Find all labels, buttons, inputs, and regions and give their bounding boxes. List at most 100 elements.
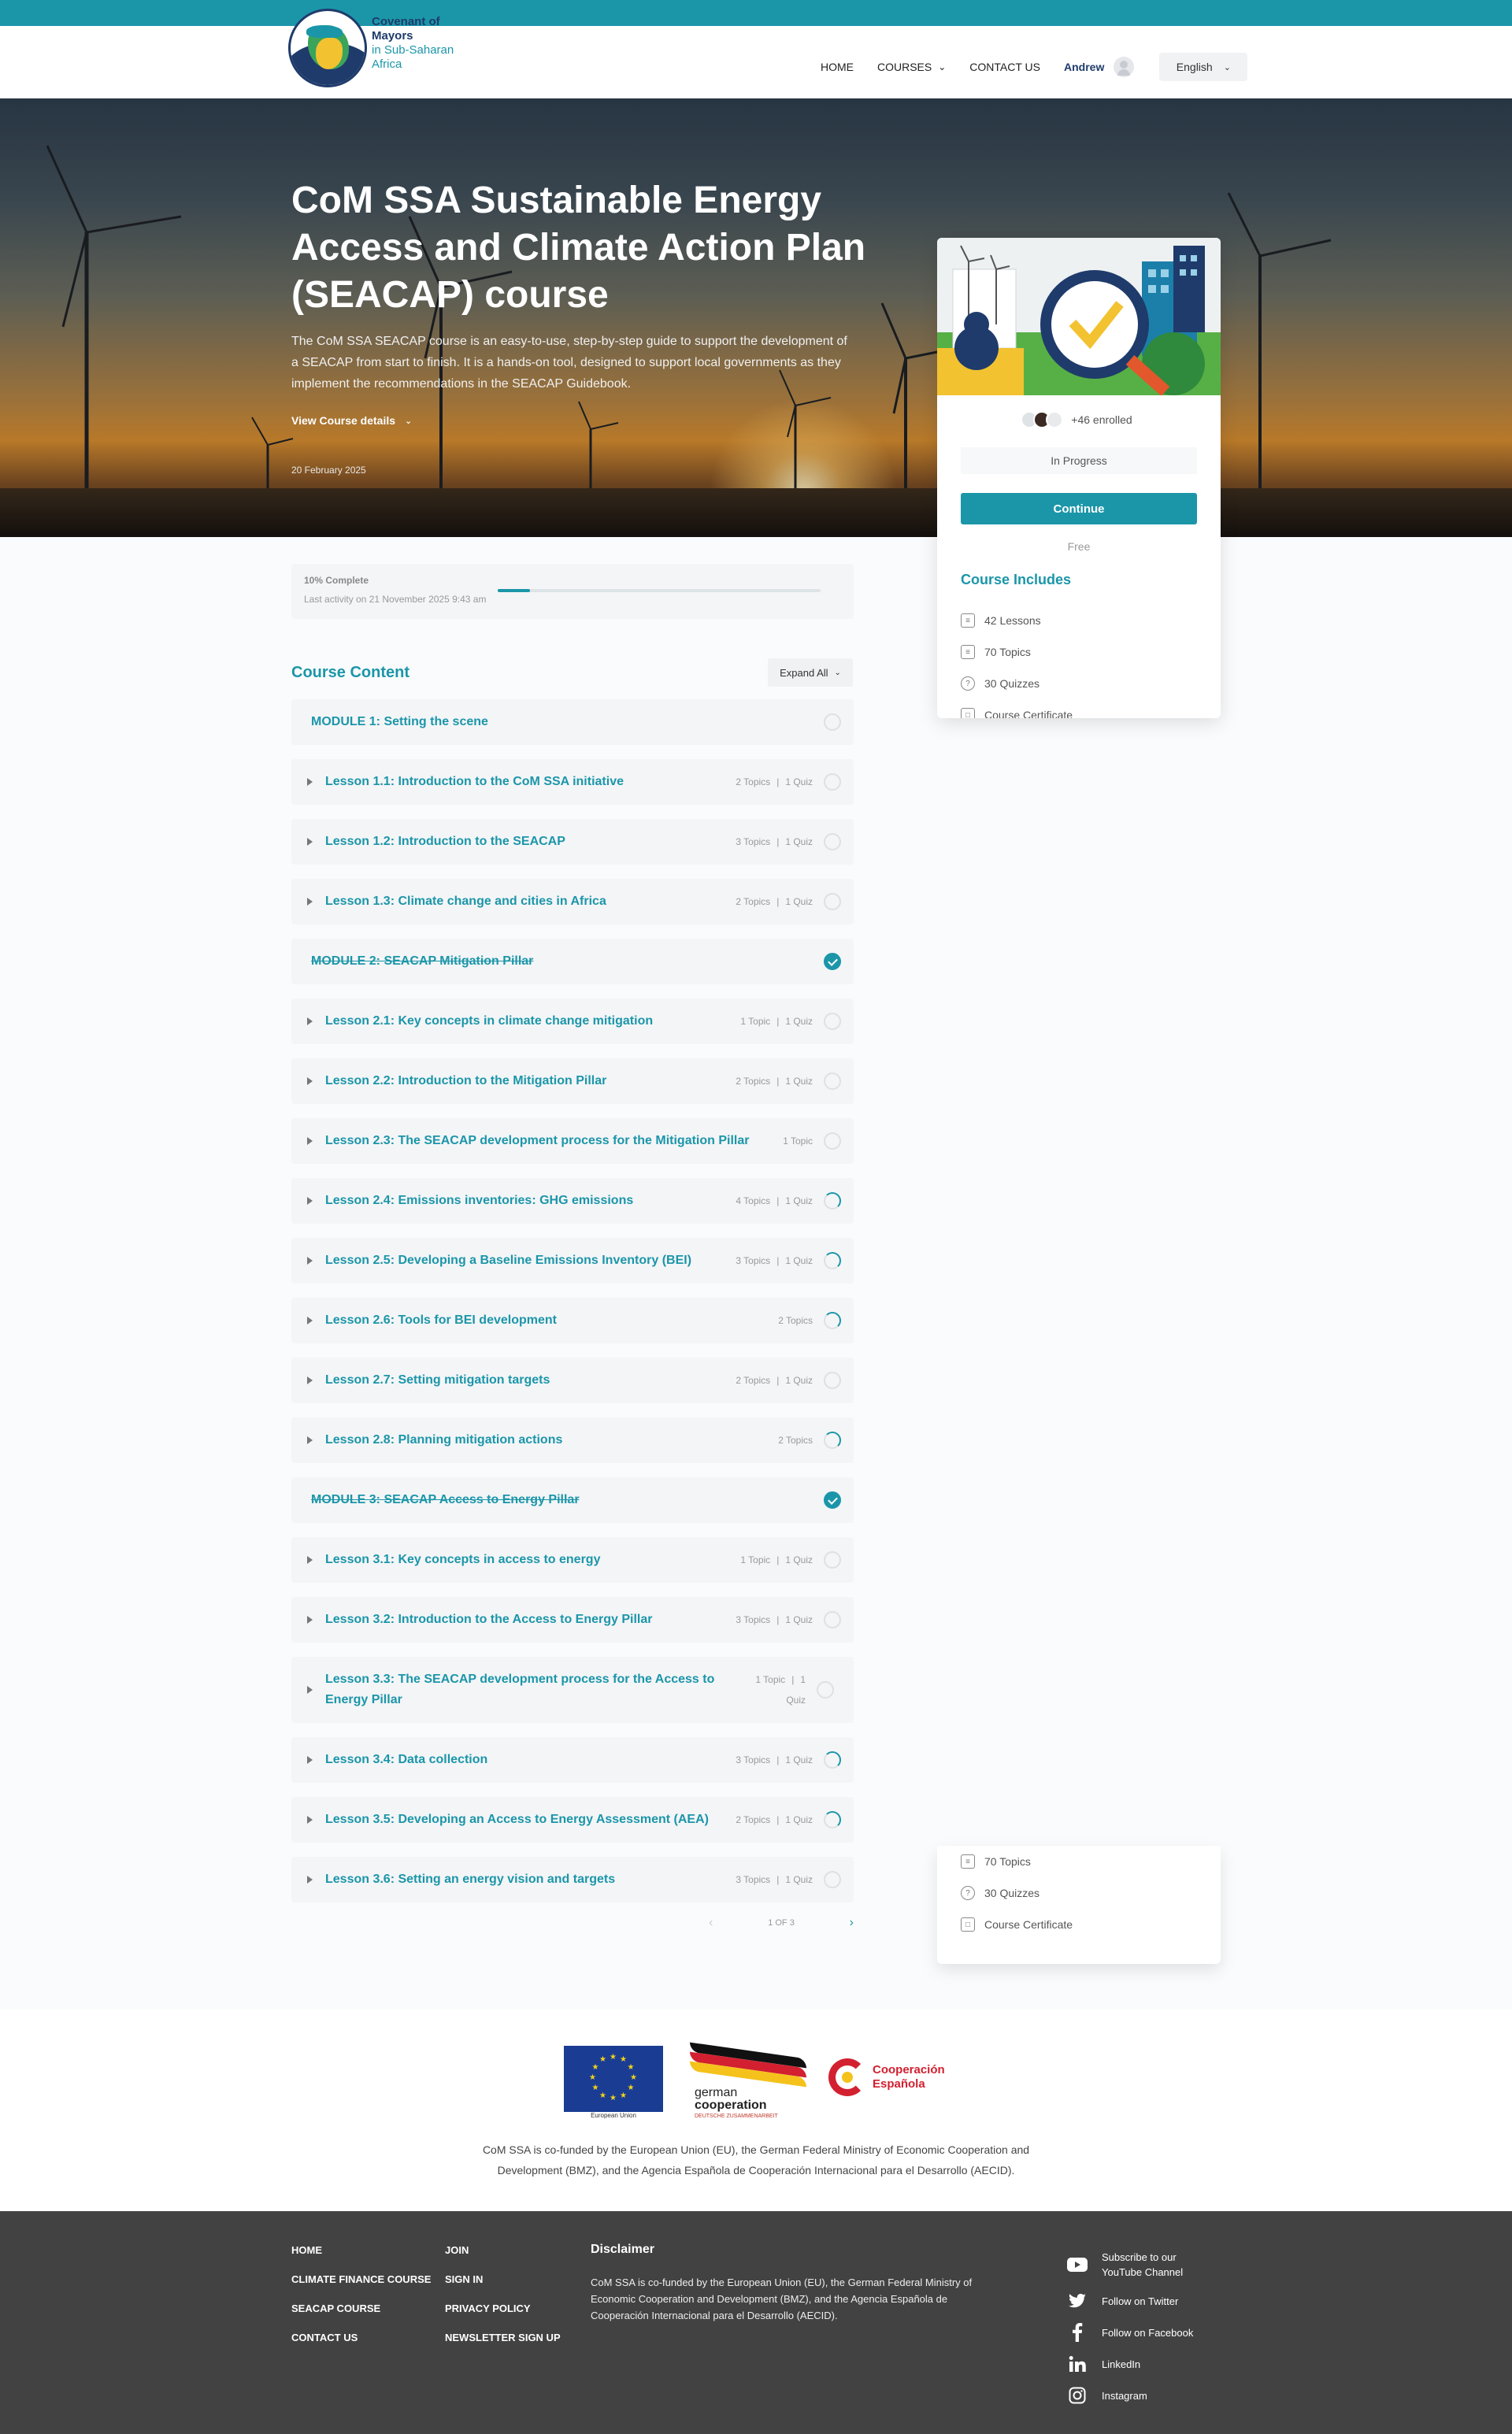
next-page-icon[interactable]: › bbox=[850, 1916, 854, 1930]
expand-triangle-icon[interactable] bbox=[307, 898, 313, 906]
include-label: 70 Topics bbox=[984, 646, 1031, 658]
lesson-row[interactable]: Lesson 2.5: Developing a Baseline Emissi… bbox=[291, 1238, 854, 1284]
lesson-row[interactable]: Lesson 1.3: Climate change and cities in… bbox=[291, 879, 854, 924]
lesson-row[interactable]: Lesson 3.6: Setting an energy vision and… bbox=[291, 1857, 854, 1902]
lesson-row[interactable]: Lesson 2.6: Tools for BEI development 2 T… bbox=[291, 1298, 854, 1343]
course-illustration bbox=[937, 238, 1221, 395]
lesson-row[interactable]: Lesson 3.5: Developing an Access to Ener… bbox=[291, 1797, 854, 1843]
footer-links-col2: JOIN SIGN IN PRIVACY POLICY NEWSLETTER S… bbox=[445, 2244, 561, 2361]
lesson-title[interactable]: Lesson 3.1: Key concepts in access to en… bbox=[325, 1550, 740, 1570]
lesson-meta: 2 Topics bbox=[778, 1315, 813, 1326]
expand-triangle-icon[interactable] bbox=[307, 1137, 313, 1145]
lesson-title[interactable]: Lesson 2.2: Introduction to the Mitigati… bbox=[325, 1071, 736, 1091]
in-progress-icon bbox=[824, 1252, 841, 1269]
module-title[interactable]: MODULE 1: Setting the scene bbox=[311, 712, 824, 732]
social-facebook-link[interactable]: Follow on Facebook bbox=[1067, 2317, 1196, 2348]
expand-triangle-icon[interactable] bbox=[307, 778, 313, 786]
footer-link[interactable]: PRIVACY POLICY bbox=[445, 2302, 561, 2332]
lesson-title[interactable]: Lesson 2.7: Setting mitigation targets bbox=[325, 1370, 736, 1391]
course-includes-heading: Course Includes bbox=[961, 572, 1072, 587]
site-logo[interactable]: Covenant of Mayors in Sub-Saharan Africa bbox=[288, 6, 477, 89]
expand-triangle-icon[interactable] bbox=[307, 1317, 313, 1324]
view-course-details-toggle[interactable]: View Course details ⌄ bbox=[291, 414, 412, 427]
footer-link[interactable]: SIGN IN bbox=[445, 2273, 561, 2302]
footer-link[interactable]: CONTACT US bbox=[291, 2332, 431, 2361]
module-title[interactable]: MODULE 3: SEACAP Access to Energy Pillar bbox=[311, 1490, 824, 1510]
lesson-title[interactable]: Lesson 2.6: Tools for BEI development bbox=[325, 1310, 778, 1331]
lesson-row[interactable]: Lesson 2.3: The SEACAP development proce… bbox=[291, 1118, 854, 1164]
lesson-row[interactable]: Lesson 2.1: Key concepts in climate chan… bbox=[291, 998, 854, 1044]
lesson-row[interactable]: Lesson 2.8: Planning mitigation actions 2… bbox=[291, 1417, 854, 1463]
lesson-row[interactable]: Lesson 2.2: Introduction to the Mitigati… bbox=[291, 1058, 854, 1104]
expand-triangle-icon[interactable] bbox=[307, 1436, 313, 1444]
expand-triangle-icon[interactable] bbox=[307, 1816, 313, 1824]
lesson-title[interactable]: Lesson 3.5: Developing an Access to Ener… bbox=[325, 1810, 736, 1830]
lesson-title[interactable]: Lesson 1.2: Introduction to the SEACAP bbox=[325, 832, 736, 852]
lesson-title[interactable]: Lesson 3.3: The SEACAP development proce… bbox=[325, 1669, 750, 1710]
lesson-row[interactable]: Lesson 3.4: Data collection 3 Topics | 1 Qu… bbox=[291, 1737, 854, 1783]
lesson-row[interactable]: Lesson 2.4: Emissions inventories: GHG e… bbox=[291, 1178, 854, 1224]
expand-triangle-icon[interactable] bbox=[307, 1197, 313, 1205]
lesson-title[interactable]: Lesson 2.3: The SEACAP development proce… bbox=[325, 1131, 783, 1151]
lesson-row[interactable]: Lesson 2.7: Setting mitigation targets 2 … bbox=[291, 1358, 854, 1403]
footer-link[interactable]: HOME bbox=[291, 2244, 431, 2273]
continue-button[interactable]: Continue bbox=[961, 493, 1197, 524]
social-instagram-link[interactable]: Instagram bbox=[1067, 2380, 1196, 2411]
module-row[interactable]: MODULE 1: Setting the scene bbox=[291, 699, 854, 745]
expand-triangle-icon[interactable] bbox=[307, 1257, 313, 1265]
topics-count: 1 Topic bbox=[740, 1554, 771, 1565]
nav-contact[interactable]: CONTACT US bbox=[969, 61, 1040, 73]
lesson-title[interactable]: Lesson 1.3: Climate change and cities in… bbox=[325, 891, 736, 912]
expand-triangle-icon[interactable] bbox=[307, 1756, 313, 1764]
lesson-row[interactable]: Lesson 3.3: The SEACAP development proce… bbox=[291, 1657, 854, 1723]
lesson-title[interactable]: Lesson 2.4: Emissions inventories: GHG e… bbox=[325, 1191, 736, 1211]
lesson-title[interactable]: Lesson 3.2: Introduction to the Access t… bbox=[325, 1610, 736, 1630]
social-twitter-link[interactable]: Follow on Twitter bbox=[1067, 2285, 1196, 2317]
eu-star-icon: ★ bbox=[610, 2053, 617, 2062]
expand-all-button[interactable]: Expand All ⌄ bbox=[768, 658, 853, 687]
footer-link[interactable]: SEACAP COURSE bbox=[291, 2302, 431, 2332]
course-progress-box: 10% Complete Last activity on 21 Novembe… bbox=[291, 564, 854, 619]
social-youtube-link[interactable]: Subscribe to our YouTube Channel bbox=[1067, 2244, 1196, 2285]
lesson-meta: 3 Topics | 1 Quiz bbox=[736, 1874, 813, 1885]
lesson-title[interactable]: Lesson 2.8: Planning mitigation actions bbox=[325, 1430, 778, 1450]
social-linkedin-link[interactable]: LinkedIn bbox=[1067, 2348, 1196, 2380]
lesson-row[interactable]: Lesson 1.1: Introduction to the CoM SSA … bbox=[291, 759, 854, 805]
module-row[interactable]: MODULE 3: SEACAP Access to Energy Pillar bbox=[291, 1477, 854, 1523]
lesson-title[interactable]: Lesson 2.5: Developing a Baseline Emissi… bbox=[325, 1250, 736, 1271]
prev-page-icon[interactable]: ‹ bbox=[709, 1916, 713, 1930]
lesson-title[interactable]: Lesson 3.6: Setting an energy vision and… bbox=[325, 1869, 736, 1890]
user-avatar-icon[interactable] bbox=[1114, 57, 1135, 77]
footer-link[interactable]: JOIN bbox=[445, 2244, 561, 2273]
lesson-title[interactable]: Lesson 1.1: Introduction to the CoM SSA … bbox=[325, 772, 736, 792]
nav-courses[interactable]: COURSES ⌄ bbox=[877, 61, 946, 73]
lesson-title[interactable]: Lesson 3.4: Data collection bbox=[325, 1750, 736, 1770]
course-includes-list-repeat: ≡ 70 Topics ? 30 Quizzes □ Course Certifica… bbox=[961, 1846, 1073, 1940]
lesson-meta: 1 Topic | 1 Quiz bbox=[740, 1016, 813, 1027]
social-links: Subscribe to our YouTube Channel Follow … bbox=[1067, 2244, 1196, 2411]
footer-link[interactable]: NEWSLETTER SIGN UP bbox=[445, 2332, 561, 2361]
module-row[interactable]: MODULE 2: SEACAP Mitigation Pillar bbox=[291, 939, 854, 984]
expand-triangle-icon[interactable] bbox=[307, 1017, 313, 1025]
eu-star-icon: ★ bbox=[620, 2091, 627, 2100]
include-label: 70 Topics bbox=[984, 1855, 1031, 1868]
expand-triangle-icon[interactable] bbox=[307, 1876, 313, 1884]
nav-home[interactable]: HOME bbox=[821, 61, 854, 73]
expand-triangle-icon[interactable] bbox=[307, 1077, 313, 1085]
expand-triangle-icon[interactable] bbox=[307, 1376, 313, 1384]
topics-count: 1 Topic bbox=[783, 1135, 813, 1147]
expand-triangle-icon[interactable] bbox=[307, 1616, 313, 1624]
facebook-icon bbox=[1067, 2322, 1088, 2343]
lesson-meta: 2 Topics | 1 Quiz bbox=[736, 776, 813, 787]
language-select[interactable]: English ⌄ bbox=[1159, 53, 1248, 81]
lesson-row[interactable]: Lesson 1.2: Introduction to the SEACAP 3 … bbox=[291, 819, 854, 865]
module-title[interactable]: MODULE 2: SEACAP Mitigation Pillar bbox=[311, 951, 824, 972]
expand-triangle-icon[interactable] bbox=[307, 1686, 313, 1694]
expand-triangle-icon[interactable] bbox=[307, 1556, 313, 1564]
user-name[interactable]: Andrew bbox=[1064, 61, 1104, 73]
footer-link[interactable]: CLIMATE FINANCE COURSE bbox=[291, 2273, 431, 2302]
lesson-title[interactable]: Lesson 2.1: Key concepts in climate chan… bbox=[325, 1011, 740, 1032]
lesson-row[interactable]: Lesson 3.1: Key concepts in access to en… bbox=[291, 1537, 854, 1583]
lesson-row[interactable]: Lesson 3.2: Introduction to the Access t… bbox=[291, 1597, 854, 1643]
expand-triangle-icon[interactable] bbox=[307, 838, 313, 846]
